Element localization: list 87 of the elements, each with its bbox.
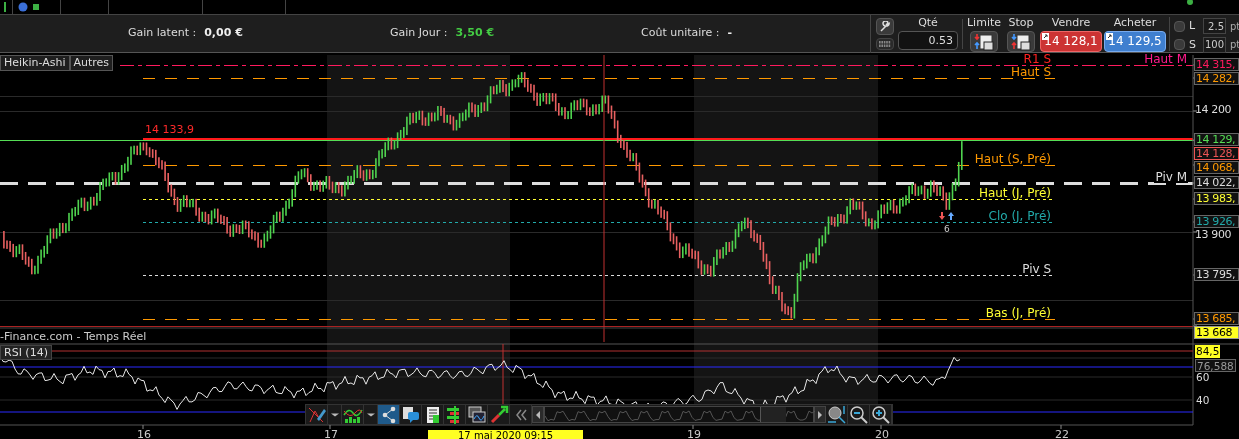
dropdown-button[interactable] bbox=[328, 405, 342, 424]
trade-count: 6 bbox=[944, 224, 950, 234]
chart-type-tab[interactable]: Heikin-Ashi bbox=[0, 55, 70, 71]
level-label: Haut S bbox=[1009, 66, 1052, 78]
keyboard-button[interactable] bbox=[876, 38, 894, 50]
rsi-axis-label: 40 bbox=[1195, 394, 1211, 407]
triangle-left-icon bbox=[535, 410, 541, 419]
windows-button[interactable] bbox=[466, 405, 488, 424]
level-label: Piv M bbox=[1154, 171, 1188, 183]
price-axis-label: 13 926, bbox=[1194, 215, 1239, 228]
share-button[interactable] bbox=[378, 405, 400, 424]
cursor-time-label: 17 mai 2020 09:15 bbox=[428, 430, 584, 439]
time-axis-label: 20 bbox=[875, 429, 889, 439]
field-label: Acheter bbox=[1113, 17, 1157, 29]
indicator-label: RSI (14) bbox=[0, 345, 52, 360]
scroll-right-button[interactable] bbox=[814, 406, 826, 423]
stat-label: Coût unitaire : bbox=[641, 25, 720, 42]
time-axis-label: 19 bbox=[687, 429, 701, 439]
scrollbar-thumb[interactable] bbox=[760, 407, 786, 422]
stat-value: 0,00 € bbox=[204, 25, 243, 42]
points-field[interactable]: 2.5 bbox=[1203, 18, 1226, 35]
windows-icon bbox=[466, 404, 487, 425]
chart-type-tab[interactable]: Autres bbox=[69, 55, 114, 71]
time-axis-label: 22 bbox=[1055, 429, 1069, 439]
zoom-in-button[interactable] bbox=[870, 405, 892, 424]
source-label: -Finance.com - Temps Réel bbox=[0, 330, 147, 343]
stop-order-button[interactable] bbox=[1007, 31, 1035, 52]
level-label: Piv S bbox=[1021, 263, 1052, 275]
dropdown-icon bbox=[366, 412, 375, 417]
zoom-fit-icon bbox=[826, 404, 847, 425]
rsi-axis-label: 84,5 bbox=[1195, 345, 1221, 358]
comment-button[interactable] bbox=[400, 405, 422, 424]
stat-value: 3,50 € bbox=[455, 25, 495, 42]
settings-button[interactable] bbox=[876, 18, 894, 35]
indicators-button[interactable] bbox=[342, 405, 364, 424]
price-axis-label: 13 685, bbox=[1194, 312, 1239, 325]
rsi-axis-label: 60 bbox=[1195, 371, 1211, 384]
price-axis-label: 13 795, bbox=[1194, 268, 1239, 281]
drawing-tools-button[interactable] bbox=[306, 405, 328, 424]
trade-arrows-icon bbox=[939, 212, 954, 220]
quantity-field[interactable]: 0.53 bbox=[898, 31, 958, 50]
checkbox-label: S bbox=[1189, 36, 1197, 53]
dropdown-button[interactable] bbox=[364, 405, 378, 424]
price-axis-label: 14 282, bbox=[1194, 72, 1239, 85]
price-axis-label: 14 200 bbox=[1194, 104, 1233, 117]
limit-order-button[interactable] bbox=[970, 31, 998, 52]
field-label: Qté bbox=[918, 17, 938, 29]
zoom-out-icon bbox=[848, 404, 869, 425]
field-label: Vendre bbox=[1051, 17, 1091, 29]
bar-chart-button[interactable] bbox=[444, 405, 466, 424]
price-axis-label: 13 668 bbox=[1194, 326, 1239, 339]
comment-icon bbox=[400, 404, 421, 425]
level-label: R1 S bbox=[1022, 53, 1052, 65]
rsi-axis-label: 76,588 bbox=[1195, 359, 1236, 372]
field-label: Stop bbox=[1008, 17, 1034, 29]
zoom-out-button[interactable] bbox=[848, 405, 870, 424]
price-axis-label: 14 068, bbox=[1194, 161, 1239, 174]
high-price-label: 14 133,9 bbox=[145, 124, 194, 136]
points-field[interactable]: 100 bbox=[1203, 36, 1226, 53]
price-axis-label: 14 315, bbox=[1194, 58, 1239, 71]
stat-label: Gain Jour : bbox=[390, 25, 448, 42]
stat-label: Gain latent : bbox=[128, 25, 197, 42]
dropdown-icon bbox=[330, 412, 339, 417]
price-axis-label: 14 022, bbox=[1194, 176, 1239, 189]
checkbox[interactable] bbox=[1174, 39, 1185, 51]
checkbox-label: L bbox=[1189, 18, 1197, 34]
time-axis-label: 16 bbox=[137, 429, 151, 439]
price-axis-label: 14 128, bbox=[1194, 147, 1239, 160]
level-label: Haut M bbox=[1143, 53, 1188, 65]
price-axis-label: 13 900 bbox=[1194, 229, 1233, 242]
wrench-icon bbox=[879, 20, 891, 33]
level-label: Haut (J, Pré) bbox=[977, 187, 1052, 199]
checkbox[interactable] bbox=[1174, 20, 1185, 32]
price-axis-label: 14 129, bbox=[1194, 133, 1239, 146]
zoom-in-icon bbox=[870, 404, 891, 425]
triangle-right-icon bbox=[817, 410, 823, 419]
level-label: Clo (J, Pré) bbox=[987, 210, 1052, 222]
scroll-left-button[interactable] bbox=[532, 406, 544, 423]
level-label: Haut (S, Pré) bbox=[973, 153, 1052, 165]
stat-value: - bbox=[727, 25, 733, 42]
field-label: Limite bbox=[967, 17, 1002, 29]
price-axis-label: 13 983, bbox=[1194, 192, 1239, 205]
bar-icon bbox=[2, 2, 8, 12]
time-axis-label: 17 bbox=[324, 429, 338, 439]
level-label: Bas (J, Pré) bbox=[984, 307, 1052, 319]
zoom-fit-button[interactable] bbox=[826, 405, 848, 424]
keyboard-icon bbox=[879, 40, 891, 48]
